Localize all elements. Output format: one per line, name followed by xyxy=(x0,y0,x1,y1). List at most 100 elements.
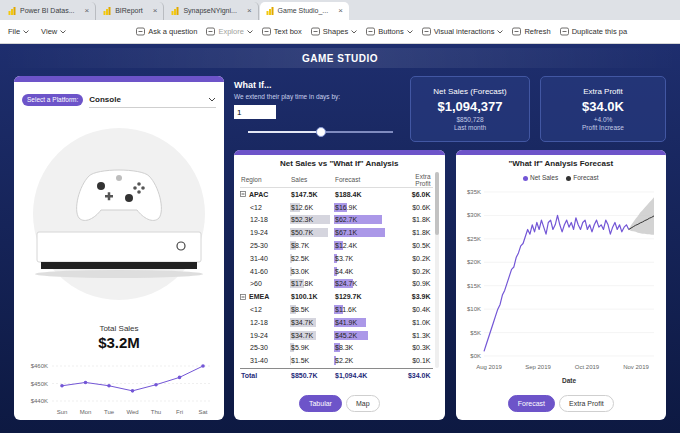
net-sales-line xyxy=(484,215,629,351)
days-input[interactable] xyxy=(234,105,276,119)
table-header: RegionSalesForecast Extra Profit xyxy=(240,172,433,188)
view-toggle-button[interactable]: Tabular xyxy=(299,395,342,412)
forecast-cell: $67.1K xyxy=(334,227,390,238)
cell-value: $12.4K xyxy=(334,241,357,250)
region-cell: 12-18 xyxy=(240,318,290,327)
scrollbar-thumb[interactable] xyxy=(435,172,439,235)
browser-tab[interactable]: BIReport × xyxy=(97,2,164,20)
chevron-down-icon xyxy=(497,30,503,34)
browser-tab[interactable]: Power BI Datas...× xyxy=(2,2,96,20)
tab-close-button[interactable]: × xyxy=(338,7,343,15)
data-point xyxy=(131,389,135,393)
table-group-row[interactable]: EMEA$100.1K$129.7K$3.9K xyxy=(240,290,433,303)
cell-value: $62.7K xyxy=(334,215,357,224)
days-slider[interactable] xyxy=(248,127,393,137)
table-group-row[interactable]: APAC$147.5K$188.4K$6.0K xyxy=(240,188,433,201)
table-row[interactable]: <12$8.5K$11.6K$0.4K xyxy=(240,303,433,316)
table-row[interactable]: 25-30$8.7K$12.4K$0.5K xyxy=(240,239,433,252)
data-point xyxy=(154,383,158,387)
right-column: What If... We extend their play time in … xyxy=(234,76,666,420)
toolbar-button[interactable]: Buttons xyxy=(366,26,412,37)
forecast-cell: $45.2K xyxy=(334,330,390,341)
y-axis-label: $35K xyxy=(466,189,480,195)
legend-label: Forecast xyxy=(573,174,598,182)
toolbar-label: Visual interactions xyxy=(434,26,495,37)
total-label: Total xyxy=(240,371,290,382)
cell-value: $2.2K xyxy=(334,356,353,365)
cell-value: $67.1K xyxy=(334,228,357,237)
tab-close-button[interactable]: × xyxy=(247,7,252,15)
x-axis-label: Sun xyxy=(57,409,68,415)
browser-tab[interactable]: Game Studio_...× xyxy=(260,2,349,20)
console-icon xyxy=(19,114,219,310)
column-header[interactable]: Forecast xyxy=(334,175,390,185)
column-header[interactable]: Sales xyxy=(290,175,334,185)
browser-tab-strip: Power BI Datas...×BIReport×SynapseNYigni… xyxy=(0,0,680,20)
toolbar-label: Buttons xyxy=(378,26,403,37)
toolbar-label: Refresh xyxy=(524,26,550,37)
browser-tab[interactable]: SynapseNYigni...× xyxy=(165,2,258,20)
report-body: Select a Platform: Console xyxy=(14,76,666,420)
toolbar-button[interactable]: Ask a question xyxy=(136,26,197,37)
sales-cell: $50.7K xyxy=(290,227,334,238)
extra-profit-cell: $0.4K xyxy=(390,305,433,314)
platform-label: Select a Platform: xyxy=(22,94,83,106)
column-header[interactable]: Region xyxy=(240,175,290,185)
table-row[interactable]: 25-30$5.9K$8.3K$0.3K xyxy=(240,342,433,355)
table-total-row: Total$850.7K$1,094.4K$34.0K xyxy=(240,368,433,384)
extra-profit-cell: $1.8K xyxy=(390,228,433,237)
tab-close-button[interactable]: × xyxy=(153,7,158,15)
view-toggle-button[interactable]: Forecast xyxy=(508,395,555,412)
view-toggle-button[interactable]: Extra Profit xyxy=(559,395,614,412)
table-row[interactable]: >60$17.8K$24.7K$0.9K xyxy=(240,278,433,291)
y-axis-label: $440K xyxy=(31,398,48,404)
toolbar-button[interactable]: Text box xyxy=(262,26,302,37)
tab-label: BIReport xyxy=(115,6,143,17)
region-cell: <12 xyxy=(240,305,290,314)
table-row[interactable]: 12-18$52.3K$62.7K$1.8K xyxy=(240,214,433,227)
legend-item: Forecast xyxy=(566,174,598,182)
platform-filter: Select a Platform: Console xyxy=(22,92,216,108)
platform-dropdown[interactable]: Console xyxy=(89,92,216,108)
cell-value: $34.7K xyxy=(290,318,313,327)
x-axis-label: Tue xyxy=(104,409,115,415)
power-bi-icon xyxy=(8,7,16,15)
chevron-down-icon xyxy=(208,97,216,102)
collapse-icon[interactable] xyxy=(240,294,246,300)
card-accent xyxy=(234,150,445,155)
total-sales-label: Total Sales xyxy=(14,324,224,334)
menu-item[interactable]: File xyxy=(8,26,29,37)
toolbar-button: Explore xyxy=(206,26,252,37)
x-axis-label: Wed xyxy=(126,409,138,415)
column-header[interactable]: Extra Profit xyxy=(409,173,433,187)
tab-close-button[interactable]: × xyxy=(84,7,89,15)
table-row[interactable]: 12-18$34.7K$41.9K$1.0K xyxy=(240,316,433,329)
table-row[interactable]: 19-24$34.7K$45.2K$1.3K xyxy=(240,329,433,342)
slider-thumb[interactable] xyxy=(316,127,326,137)
toolbar-button[interactable]: Duplicate this pa xyxy=(560,26,627,37)
y-axis-label: $450K xyxy=(31,381,48,387)
table-scrollbar[interactable] xyxy=(435,172,439,368)
view-toggle-button[interactable]: Map xyxy=(346,395,380,412)
table-row[interactable]: 41-60$3.0K$4.4K$0.2K xyxy=(240,265,433,278)
toolbar-button[interactable]: Visual interactions xyxy=(422,26,504,37)
kpi-subvalue: +4.0% xyxy=(594,116,613,124)
y-axis-label: $0K xyxy=(470,353,481,359)
cell-value: $5.9K xyxy=(290,343,309,352)
toolbar-button[interactable]: Refresh xyxy=(512,26,550,37)
x-axis-label: Fri xyxy=(176,409,183,415)
table-row[interactable]: 31-40$1.5K$2.2K$0.1K xyxy=(240,354,433,367)
report-title: GAME STUDIO xyxy=(302,51,378,66)
table-row[interactable]: <12$12.6K$16.9K$0.6K xyxy=(240,201,433,214)
forecast-cell: $41.9K xyxy=(334,317,390,328)
legend-dot xyxy=(523,176,528,181)
x-axis-label: Oct 2019 xyxy=(574,364,599,370)
menu-item[interactable]: View xyxy=(41,26,66,37)
toolbar-button[interactable]: Shapes xyxy=(311,26,357,37)
collapse-icon[interactable] xyxy=(240,191,246,197)
table-row[interactable]: 31-40$2.5K$3.7K$0.2K xyxy=(240,252,433,265)
forecast-band xyxy=(628,197,653,234)
table-row[interactable]: 19-24$50.7K$67.1K$1.8K xyxy=(240,226,433,239)
forecast-chart-card: "What If" Analysis Forecast Net SalesFor… xyxy=(456,150,667,420)
toolbar-label: Shapes xyxy=(323,26,348,37)
